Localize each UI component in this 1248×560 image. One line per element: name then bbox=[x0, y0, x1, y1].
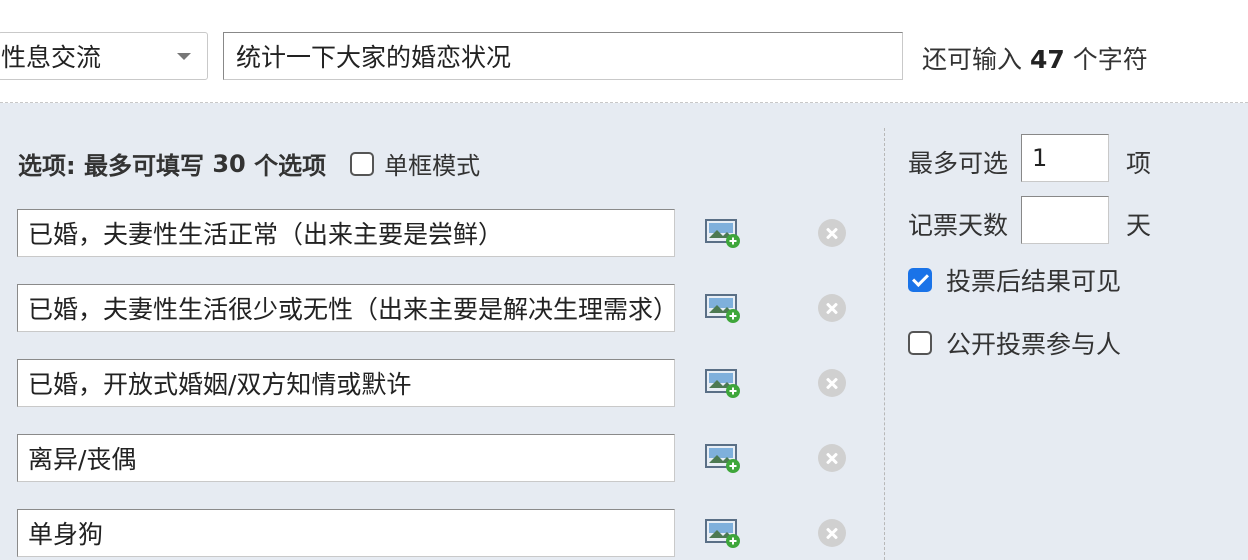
chevron-down-icon[interactable] bbox=[177, 52, 191, 60]
add-image-icon[interactable] bbox=[705, 518, 741, 548]
days-unit: 天 bbox=[1126, 211, 1152, 240]
option-input-3[interactable] bbox=[17, 359, 675, 407]
option-input-1[interactable] bbox=[17, 209, 675, 257]
category-select-value: 性息交流 bbox=[1, 43, 102, 72]
option-input-2[interactable] bbox=[17, 284, 675, 332]
options-max-suffix: 个选项 bbox=[254, 152, 327, 180]
max-select-unit: 项 bbox=[1126, 149, 1152, 178]
public-voters-label: 公开投票参与人 bbox=[946, 330, 1122, 359]
char-count-number: 47 bbox=[1029, 45, 1065, 74]
option-input-5[interactable] bbox=[17, 509, 675, 557]
days-input[interactable] bbox=[1021, 196, 1109, 244]
close-circle-icon[interactable] bbox=[818, 294, 846, 322]
add-image-icon[interactable] bbox=[705, 218, 741, 248]
max-select-input[interactable] bbox=[1021, 134, 1109, 182]
single-mode-toggle[interactable]: 单框模式 bbox=[350, 146, 480, 181]
add-image-icon[interactable] bbox=[705, 293, 741, 323]
max-select-label: 最多可选 bbox=[908, 149, 1009, 178]
show-after-vote-label: 投票后结果可见 bbox=[946, 267, 1122, 296]
options-max-number: 30 bbox=[212, 149, 246, 178]
public-voters-checkbox[interactable] bbox=[908, 331, 932, 355]
close-circle-icon[interactable] bbox=[818, 369, 846, 397]
add-image-icon[interactable] bbox=[705, 368, 741, 398]
close-circle-icon[interactable] bbox=[818, 219, 846, 247]
vertical-divider bbox=[884, 128, 885, 560]
subject-input[interactable] bbox=[223, 32, 903, 80]
public-voters-toggle[interactable]: 公开投票参与人 bbox=[908, 325, 1121, 361]
char-count-prefix: 还可输入 bbox=[922, 45, 1023, 74]
category-select[interactable]: 性息交流 bbox=[0, 32, 208, 80]
options-max-prefix: 最多可填写 bbox=[83, 152, 204, 180]
close-circle-icon[interactable] bbox=[818, 444, 846, 472]
show-after-vote-toggle[interactable]: 投票后结果可见 bbox=[908, 262, 1121, 298]
options-header: 选项: 最多可填写 30 个选项 单框模式 bbox=[18, 146, 480, 181]
show-after-vote-checkbox[interactable] bbox=[908, 268, 932, 292]
option-input-4[interactable] bbox=[17, 434, 675, 482]
char-count-suffix: 个字符 bbox=[1072, 45, 1148, 74]
add-image-icon[interactable] bbox=[705, 443, 741, 473]
char-count: 还可输入 47 个字符 bbox=[922, 40, 1148, 76]
days-label: 记票天数 bbox=[908, 211, 1009, 240]
options-label: 选项: bbox=[18, 152, 76, 180]
close-circle-icon[interactable] bbox=[818, 519, 846, 547]
single-mode-checkbox[interactable] bbox=[350, 151, 375, 176]
single-mode-label: 单框模式 bbox=[384, 152, 481, 180]
